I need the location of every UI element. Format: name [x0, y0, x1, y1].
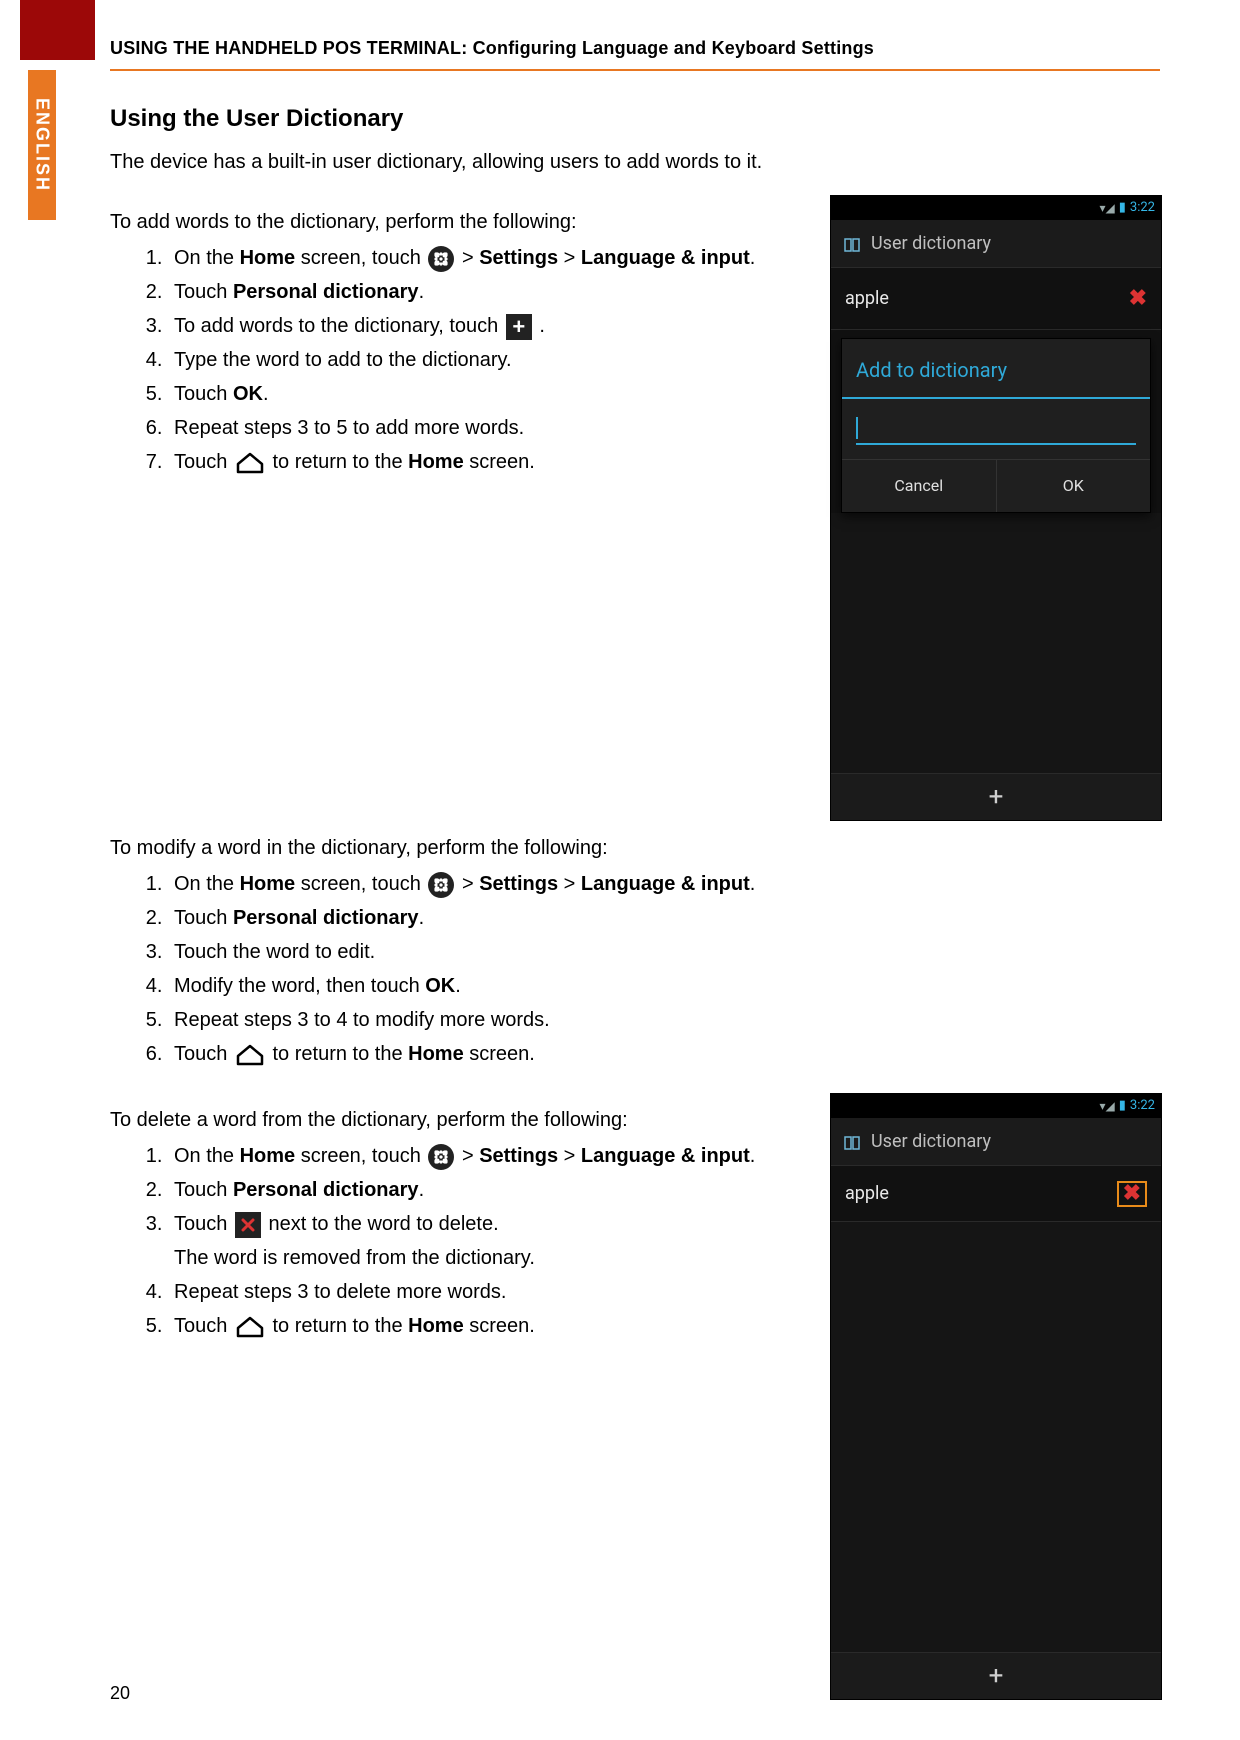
- wifi-icon: ▾◢: [1100, 199, 1115, 217]
- status-time: 3:22: [1130, 198, 1155, 218]
- list-item: Touch to return to the Home screen.: [168, 1039, 1160, 1069]
- screen-title: User dictionary: [871, 1128, 991, 1155]
- home-icon: [235, 452, 265, 474]
- header-rule: [110, 69, 1160, 71]
- plus-icon: +: [506, 314, 532, 340]
- add-dialog: Add to dictionary Cancel OK: [841, 338, 1151, 513]
- add-word-bar[interactable]: +: [831, 773, 1161, 820]
- list-item: Touch the word to edit.: [168, 937, 1160, 967]
- device-screenshot-add: ▾◢ ▮ 3:22 User dictionary apple ✖: [830, 195, 1162, 821]
- add-steps: On the Home screen, touch > Settings > L…: [110, 243, 810, 477]
- delete-lead: To delete a word from the dictionary, pe…: [110, 1105, 810, 1135]
- add-lead: To add words to the dictionary, perform …: [110, 207, 810, 237]
- list-item: Touch OK.: [168, 379, 810, 409]
- dictionary-icon: [843, 235, 861, 253]
- list-item: Type the word to add to the dictionary.: [168, 345, 810, 375]
- word-text: apple: [845, 285, 889, 312]
- list-item: Repeat steps 3 to delete more words.: [168, 1277, 810, 1307]
- list-item: Repeat steps 3 to 5 to add more words.: [168, 413, 810, 443]
- home-icon: [235, 1316, 265, 1338]
- list-item: On the Home screen, touch > Settings > L…: [168, 243, 810, 273]
- section-title: Using the User Dictionary: [110, 101, 1160, 137]
- word-text: apple: [845, 1180, 889, 1207]
- word-row[interactable]: apple ✖: [831, 1166, 1161, 1222]
- add-word-bar[interactable]: +: [831, 1652, 1161, 1699]
- apps-icon: [428, 1144, 454, 1170]
- delete-icon: [235, 1212, 261, 1238]
- list-item: Touch Personal dictionary.: [168, 903, 1160, 933]
- home-icon: [235, 1044, 265, 1066]
- running-head: USING THE HANDHELD POS TERMINAL: Configu…: [110, 38, 1160, 59]
- section-intro: The device has a built-in user dictionar…: [110, 147, 1160, 177]
- list-item: Touch to return to the Home screen.: [168, 447, 810, 477]
- list-item: On the Home screen, touch > Settings > L…: [168, 1141, 810, 1171]
- battery-icon: ▮: [1119, 198, 1126, 218]
- modify-steps: On the Home screen, touch > Settings > L…: [110, 869, 1160, 1069]
- dialog-input[interactable]: [856, 417, 1136, 445]
- delete-steps: On the Home screen, touch > Settings > L…: [110, 1141, 810, 1341]
- delete-word-icon[interactable]: ✖: [1129, 282, 1147, 315]
- screen-title-bar: User dictionary: [831, 220, 1161, 268]
- screen-title-bar: User dictionary: [831, 1118, 1161, 1166]
- dialog-title: Add to dictionary: [842, 339, 1150, 399]
- list-item: Touch Personal dictionary.: [168, 1175, 810, 1205]
- list-item: Touch Personal dictionary.: [168, 277, 810, 307]
- word-row[interactable]: apple ✖: [831, 268, 1161, 330]
- dialog-cancel-button[interactable]: Cancel: [842, 460, 997, 512]
- modify-lead: To modify a word in the dictionary, perf…: [110, 833, 1160, 863]
- list-item: Touch next to the word to delete. The wo…: [168, 1209, 810, 1273]
- list-item: Touch to return to the Home screen.: [168, 1311, 810, 1341]
- list-item: Modify the word, then touch OK.: [168, 971, 1160, 1001]
- dictionary-icon: [843, 1133, 861, 1151]
- list-item: Repeat steps 3 to 4 to modify more words…: [168, 1005, 1160, 1035]
- status-time: 3:22: [1130, 1096, 1155, 1116]
- battery-icon: ▮: [1119, 1096, 1126, 1116]
- list-item: To add words to the dictionary, touch + …: [168, 311, 810, 341]
- language-tab: ENGLISH: [28, 70, 56, 220]
- status-bar: ▾◢ ▮ 3:22: [831, 1094, 1161, 1118]
- device-screenshot-delete: ▾◢ ▮ 3:22 User dictionary apple ✖: [830, 1093, 1162, 1700]
- wifi-icon: ▾◢: [1100, 1097, 1115, 1115]
- apps-icon: [428, 872, 454, 898]
- dialog-ok-button[interactable]: OK: [997, 460, 1151, 512]
- status-bar: ▾◢ ▮ 3:22: [831, 196, 1161, 220]
- list-item: On the Home screen, touch > Settings > L…: [168, 869, 1160, 899]
- screen-title: User dictionary: [871, 230, 991, 257]
- page-number: 20: [110, 1683, 130, 1704]
- apps-icon: [428, 246, 454, 272]
- delete-word-icon-highlighted[interactable]: ✖: [1117, 1181, 1147, 1207]
- decor-red-square: [20, 0, 95, 60]
